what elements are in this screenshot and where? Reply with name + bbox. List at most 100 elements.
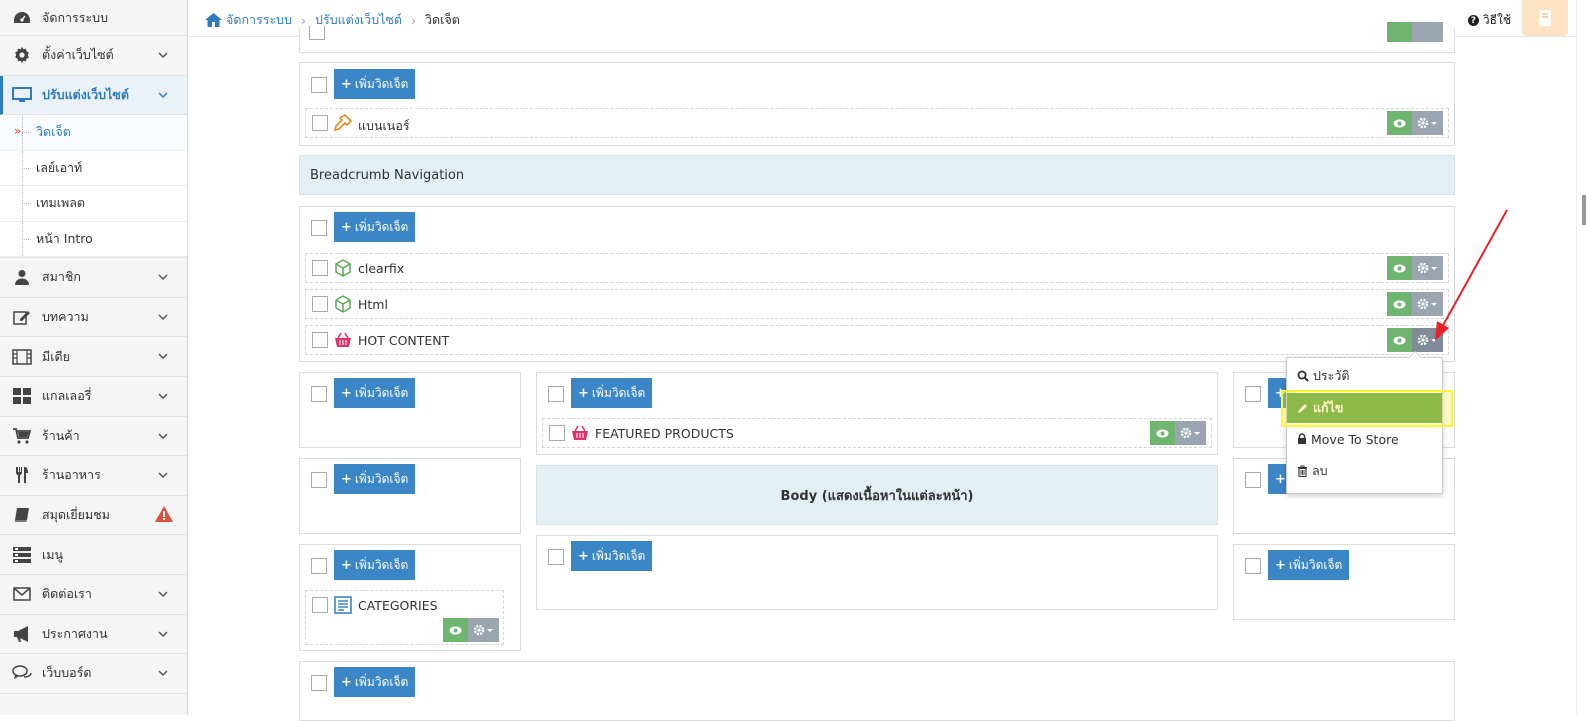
visibility-button[interactable] bbox=[443, 618, 468, 642]
settings-dropdown-button[interactable] bbox=[1175, 421, 1206, 445]
annotation-arrow bbox=[1435, 209, 1508, 341]
chevron-down-icon bbox=[158, 393, 168, 400]
monitor-icon bbox=[12, 86, 32, 104]
plus-icon: + bbox=[341, 557, 352, 573]
visibility-button[interactable] bbox=[1387, 256, 1412, 280]
search-icon bbox=[1297, 370, 1309, 382]
zone-checkbox[interactable] bbox=[311, 472, 327, 488]
help-label: วิธีใช้ bbox=[1482, 13, 1511, 27]
help-link[interactable]: ? วิธีใช้ bbox=[1467, 11, 1511, 30]
widget-row-clearfix[interactable]: clearfix bbox=[305, 253, 1449, 283]
add-widget-button[interactable]: + เพิ่มวิดเจ็ต bbox=[334, 550, 416, 580]
settings-dropdown-button[interactable] bbox=[1412, 111, 1443, 135]
zone-checkbox[interactable] bbox=[1245, 472, 1261, 488]
widget-checkbox[interactable] bbox=[309, 26, 325, 40]
plus-icon: + bbox=[341, 76, 352, 92]
sidebar-item-gallery[interactable]: แกลเลอรี่ bbox=[0, 377, 187, 417]
sidebar-subitem-template[interactable]: เทมเพลต bbox=[0, 186, 187, 222]
eye-icon bbox=[1393, 300, 1406, 308]
add-widget-label: เพิ่มวิดเจ็ต bbox=[354, 219, 409, 234]
zone-checkbox[interactable] bbox=[548, 386, 564, 402]
widget-row-categories[interactable]: CATEGORIES bbox=[305, 590, 504, 645]
visibility-button[interactable] bbox=[1387, 22, 1412, 42]
widget-checkbox[interactable] bbox=[312, 597, 328, 613]
eye-icon bbox=[1393, 119, 1406, 127]
add-widget-label: เพิ่มวิดเจ็ต bbox=[354, 76, 409, 91]
widget-row-hot-content[interactable]: HOT CONTENT bbox=[305, 325, 1449, 355]
sidebar-item-members[interactable]: สมาชิก bbox=[0, 258, 187, 298]
chevron-down-icon bbox=[158, 591, 168, 597]
sidebar-item-shop[interactable]: ร้านค้า bbox=[0, 417, 187, 457]
dropdown-item-delete[interactable]: ลบ bbox=[1287, 456, 1442, 486]
widget-zone-header: + เพิ่มวิดเจ็ต แบนเนอร์ bbox=[299, 62, 1455, 146]
widget-checkbox[interactable] bbox=[312, 332, 328, 348]
zone-checkbox[interactable] bbox=[311, 675, 327, 691]
zone-checkbox[interactable] bbox=[311, 220, 327, 236]
sidebar-item-media[interactable]: มีเดีย bbox=[0, 337, 187, 377]
visibility-button[interactable] bbox=[1387, 111, 1412, 135]
sidebar-submenu: » วิดเจ็ต เลย์เอาท์ เทมเพลต หน้า Intro bbox=[0, 115, 187, 259]
zone-checkbox[interactable] bbox=[311, 558, 327, 574]
widget-zone-left-2: + เพิ่มวิดเจ็ต bbox=[299, 458, 521, 534]
sidebar-subitem-label: เลย์เอาท์ bbox=[36, 159, 83, 175]
add-widget-button[interactable]: + เพิ่มวิดเจ็ต bbox=[334, 464, 416, 494]
add-widget-button[interactable]: + เพิ่มวิดเจ็ต bbox=[334, 69, 416, 99]
scrollbar-thumb[interactable] bbox=[1582, 195, 1586, 225]
dropdown-item-label: ลบ bbox=[1312, 463, 1328, 478]
sidebar-subitem-widgets[interactable]: » วิดเจ็ต bbox=[0, 115, 187, 151]
add-widget-button[interactable]: + เพิ่มวิดเจ็ต bbox=[334, 667, 416, 697]
manual-button[interactable] bbox=[1522, 0, 1568, 36]
widget-checkbox[interactable] bbox=[312, 260, 328, 276]
add-widget-button[interactable]: + เพิ่มวิดเจ็ต bbox=[334, 212, 416, 242]
visibility-button[interactable] bbox=[1150, 421, 1175, 445]
widget-row-banner[interactable]: แบนเนอร์ bbox=[305, 108, 1449, 138]
section-title: Body (แสดงเนื้อหาในแต่ละหน้า) bbox=[780, 488, 974, 504]
widget-zone-left-3: + เพิ่มวิดเจ็ต CATEGORIES bbox=[299, 544, 521, 651]
scrollbar[interactable] bbox=[1576, 0, 1586, 715]
visibility-button[interactable] bbox=[1387, 328, 1412, 352]
sidebar-item-dashboard[interactable]: จัดการระบบ bbox=[0, 0, 187, 36]
widget-row-featured-products[interactable]: FEATURED PRODUCTS bbox=[542, 418, 1212, 448]
sidebar-item-jobs[interactable]: ประกาศงาน bbox=[0, 615, 187, 655]
sidebar-item-restaurant[interactable]: ร้านอาหาร bbox=[0, 456, 187, 496]
breadcrumb-home-link[interactable]: จัดการระบบ bbox=[226, 10, 292, 30]
dropdown-item-move-to-store[interactable]: Move To Store bbox=[1287, 424, 1442, 454]
sidebar-item-contact[interactable]: ติดต่อเรา bbox=[0, 575, 187, 615]
settings-dropdown-button[interactable] bbox=[468, 618, 499, 642]
breadcrumb-section-link[interactable]: ปรับแต่งเว็บไซต์ bbox=[315, 10, 402, 30]
breadcrumb: จัดการระบบ › ปรับแต่งเว็บไซต์ › วิดเจ็ต bbox=[205, 10, 460, 30]
breadcrumb-current: วิดเจ็ต bbox=[425, 12, 460, 27]
visibility-button[interactable] bbox=[1387, 292, 1412, 316]
zone-checkbox[interactable] bbox=[1245, 386, 1261, 402]
settings-button[interactable] bbox=[1412, 22, 1443, 42]
add-widget-button[interactable]: + เพิ่มวิดเจ็ต bbox=[571, 541, 653, 571]
home-icon bbox=[205, 13, 222, 27]
add-widget-button[interactable]: + เพิ่มวิดเจ็ต bbox=[571, 378, 653, 408]
widget-checkbox[interactable] bbox=[312, 296, 328, 312]
zone-checkbox[interactable] bbox=[548, 549, 564, 565]
zone-checkbox[interactable] bbox=[311, 77, 327, 93]
cube-icon bbox=[335, 259, 351, 277]
sidebar-subitem-label: เทมเพลต bbox=[36, 195, 86, 211]
add-widget-button[interactable]: + เพิ่มวิดเจ็ต bbox=[1268, 550, 1350, 580]
sidebar-item-articles[interactable]: บทความ bbox=[0, 298, 187, 338]
widget-checkbox[interactable] bbox=[312, 115, 328, 131]
widget-checkbox[interactable] bbox=[549, 425, 565, 441]
add-widget-label: เพิ่มวิดเจ็ต bbox=[354, 674, 409, 689]
zone-checkbox[interactable] bbox=[311, 386, 327, 402]
sidebar-item-webboard[interactable]: เว็บบอร์ด bbox=[0, 654, 187, 694]
dropdown-item-history[interactable]: ประวัติ bbox=[1287, 361, 1442, 391]
widget-row-html[interactable]: Html bbox=[305, 289, 1449, 319]
sidebar-item-customize-site[interactable]: ปรับแต่งเว็บไซต์ bbox=[0, 75, 187, 116]
chevron-down-icon bbox=[158, 670, 168, 677]
zone-checkbox[interactable] bbox=[1245, 558, 1261, 574]
sidebar-item-guestbook[interactable]: สมุดเยี่ยมชม bbox=[0, 496, 187, 536]
sidebar-item-menu[interactable]: เมนู bbox=[0, 535, 187, 575]
plus-icon: + bbox=[1275, 471, 1286, 487]
sidebar-subitem-layout[interactable]: เลย์เอาท์ bbox=[0, 150, 187, 187]
sidebar-subitem-intro[interactable]: หน้า Intro bbox=[0, 221, 187, 258]
widget-name: FEATURED PRODUCTS bbox=[595, 426, 734, 441]
add-widget-label: เพิ่มวิดเจ็ต bbox=[354, 557, 409, 572]
add-widget-button[interactable]: + เพิ่มวิดเจ็ต bbox=[334, 378, 416, 408]
sidebar-item-site-settings[interactable]: ตั้งค่าเว็บไซต์ bbox=[0, 36, 187, 76]
